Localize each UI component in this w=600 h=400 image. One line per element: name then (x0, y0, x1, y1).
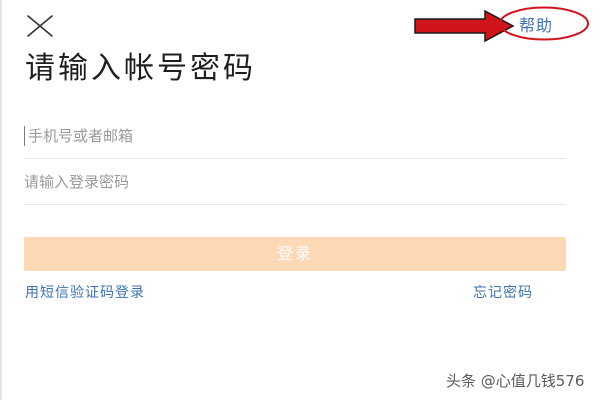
sms-login-link[interactable]: 用短信验证码登录 (25, 282, 145, 302)
close-icon (27, 15, 53, 37)
forgot-password-link[interactable]: 忘记密码 (473, 282, 533, 302)
page-title: 请输入帐号密码 (25, 51, 256, 86)
help-link[interactable]: 帮助 (519, 12, 553, 36)
screenshot-left-edge (0, 0, 2, 400)
account-field[interactable] (24, 114, 570, 159)
watermark: 头条 @心值几钱576 (446, 372, 585, 390)
login-button[interactable]: 登录 (24, 237, 566, 271)
login-screen: 帮助 请输入帐号密码 登录 用短信验证码登录 忘记密码 头条 @心值几钱576 (0, 0, 600, 400)
password-field[interactable] (24, 160, 566, 205)
account-input[interactable] (24, 114, 570, 158)
text-caret (24, 126, 25, 146)
close-button[interactable] (24, 12, 58, 40)
password-input[interactable] (24, 160, 566, 204)
